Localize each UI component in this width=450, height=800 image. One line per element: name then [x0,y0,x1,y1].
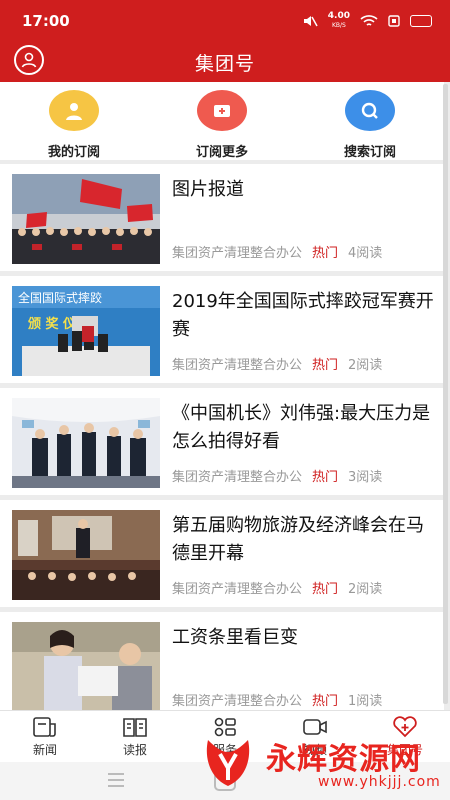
quick-icon-bg [49,90,99,131]
article-card[interactable]: 全国国际式摔跤 颁 奖 仪 式 2019年全国国际式摔跤冠军赛开赛 集团资产清理… [0,276,444,383]
article-thumbnail [12,510,160,600]
article-source: 集团资产清理整合办公 [172,694,303,709]
app-header: 集团号 [0,42,450,82]
article-source: 集团资产清理整合办公 [172,246,303,261]
article-title: 第五届购物旅游及经济峰会在马德里开幕 [172,515,424,564]
mute-icon [303,16,318,27]
my-subscriptions-button[interactable]: 我的订阅 [14,90,134,160]
quick-label: 订阅更多 [195,145,248,160]
article-thumbnail [12,174,160,264]
article-title: 《中国机长》刘伟强:最大压力是怎么拍得好看 [172,403,431,452]
article-thumbnail [12,622,160,712]
article-source: 集团资产清理整合办公 [172,358,303,373]
watermark: 永辉资源网 www.yhkjjj.com [196,726,446,796]
status-time: 17:00 [22,12,70,30]
wifi-icon [360,15,378,26]
subscribe-more-button[interactable]: 订阅更多 [162,90,282,160]
person-icon [66,102,82,120]
watermark-url: www.yhkjjj.com [318,774,441,790]
article-source: 集团资产清理整合办公 [172,582,303,597]
article-meta: 集团资产清理整合办公 热门 2阅读 [172,578,382,597]
search-subscriptions-button[interactable]: 搜索订阅 [310,90,430,160]
user-icon [21,52,37,68]
tab-news[interactable]: 新闻 [0,711,90,762]
article-thumbnail [12,398,160,488]
sim-icon [388,15,400,27]
read-count: 4阅读 [348,246,383,261]
article-title: 2019年全国国际式摔跤冠军赛开赛 [172,291,434,340]
article-card[interactable]: 《中国机长》刘伟强:最大压力是怎么拍得好看 集团资产清理整合办公 热门 3阅读 [0,388,444,495]
hot-badge: 热门 [312,694,339,709]
hot-badge: 热门 [312,582,339,597]
article-source: 集团资产清理整合办公 [172,470,303,485]
read-count: 3阅读 [348,470,383,485]
newspaper-icon [121,715,149,739]
hot-badge: 热门 [312,470,339,485]
tab-newspaper[interactable]: 读报 [90,711,180,762]
page-title: 集团号 [194,52,255,75]
hot-badge: 热门 [312,358,339,373]
status-icons: 4.00 KB/S [302,12,432,30]
quick-label: 我的订阅 [47,145,100,160]
tab-label: 读报 [122,743,147,757]
read-count: 2阅读 [348,582,383,597]
article-title: 图片报道 [172,179,244,200]
read-count: 2阅读 [348,358,383,373]
article-meta: 集团资产清理整合办公 热门 2阅读 [172,354,382,373]
article-meta: 集团资产清理整合办公 热门 4阅读 [172,242,382,261]
quick-icon-bg [345,90,395,131]
photo-banner-text: 全国国际式摔跤 [18,290,102,305]
article-card[interactable]: 第五届购物旅游及经济峰会在马德里开幕 集团资产清理整合办公 热门 2阅读 [0,500,444,607]
article-card[interactable]: 图片报道 集团资产清理整合办公 热门 4阅读 [0,164,444,271]
scrollbar[interactable] [443,84,448,704]
article-meta: 集团资产清理整合办公 热门 1阅读 [172,690,382,709]
watermark-text: 永辉资源网 [266,742,421,777]
hot-badge: 热门 [312,246,339,261]
quick-icon-bg [197,90,247,131]
news-icon [31,715,59,739]
subscription-actions: 我的订阅 订阅更多 搜索订阅 [0,82,444,160]
battery-icon [410,15,432,27]
article-title: 工资条里看巨变 [172,627,298,648]
article-feed: 图片报道 集团资产清理整合办公 热门 4阅读 全国国际式摔跤 颁 奖 仪 式 2… [0,164,444,724]
article-meta: 集团资产清理整合办公 热门 3阅读 [172,466,382,485]
status-bar: 17:00 4.00 KB/S [0,0,450,42]
watermark-logo-icon [206,740,250,786]
read-count: 1阅读 [348,694,383,709]
article-card[interactable]: 工资条里看巨变 集团资产清理整合办公 热门 1阅读 [0,612,444,719]
article-thumbnail: 全国国际式摔跤 颁 奖 仪 式 [12,286,160,376]
network-speed: 4.00 KB/S [327,11,350,30]
plus-icon [214,104,230,117]
user-profile-button[interactable] [14,45,44,75]
search-icon [361,102,378,119]
quick-label: 搜索订阅 [343,145,396,160]
menu-icon[interactable] [108,773,124,787]
tab-label: 新闻 [32,743,57,757]
